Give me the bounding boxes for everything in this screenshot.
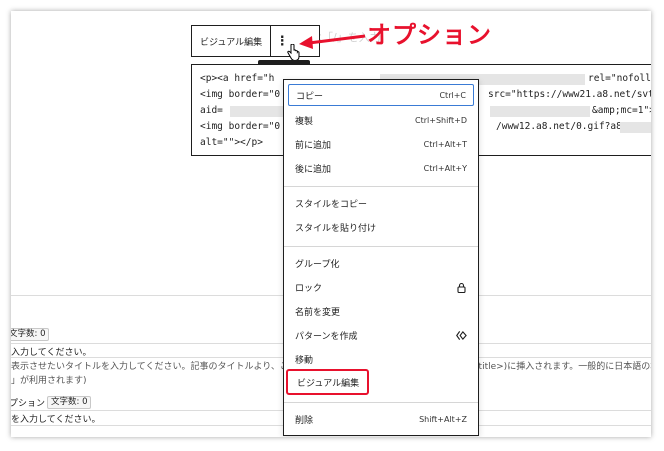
menu-separator (284, 402, 478, 403)
title-char-count: 文字数: 0 (11, 328, 50, 341)
editor-frame: ブロックを選択するには「/」を入力 ビジュアル編集 ⋮ オプション オプション … (11, 11, 651, 437)
menu-item-insert-before[interactable]: 前に追加 Ctrl+Alt+T (288, 133, 474, 155)
title-help-text: 表示させたいタイトルを入力してください。記事のタイトルより、こ (11, 362, 289, 372)
menu-item-label: コピー (296, 91, 324, 102)
title-help-text-2: 」が利用されます) (11, 376, 87, 386)
menu-item-shortcut: Ctrl+Shift+D (415, 115, 467, 125)
menu-item-copy[interactable]: コピー Ctrl+C (288, 84, 474, 106)
menu-item-label: 複製 (295, 116, 314, 127)
code-text: <img border="0 (200, 89, 281, 100)
menu-item-label: グループ化 (295, 259, 340, 270)
menu-separator (284, 246, 478, 247)
redacted-region (620, 122, 651, 133)
title-help-text-right: <title>)に挿入されます。一般的に日本語の場合 (471, 362, 651, 372)
menu-item-move[interactable]: 移動 (288, 348, 474, 370)
menu-item-label: 後に追加 (295, 164, 332, 175)
menu-item-lock[interactable]: ロック (288, 276, 474, 298)
menu-item-delete[interactable]: 削除 Shift+Alt+Z (288, 408, 474, 430)
menu-item-label: 削除 (295, 415, 314, 426)
menu-item-group[interactable]: グループ化 (288, 252, 474, 274)
code-text: src="https://www21.a8.net/svt/bgt? (488, 89, 651, 100)
description-char-count: 文字数: 0 (47, 396, 92, 409)
menu-item-shortcut: Ctrl+C (439, 90, 466, 100)
pattern-icon (456, 330, 467, 340)
menu-item-insert-after[interactable]: 後に追加 Ctrl+Alt+Y (288, 157, 474, 179)
menu-item-copy-styles[interactable]: スタイルをコピー (288, 192, 474, 214)
menu-item-label: パターンを作成 (295, 331, 358, 342)
menu-item-label: 名前を変更 (295, 307, 341, 318)
menu-item-label: ロック (295, 283, 323, 294)
lock-icon (457, 282, 466, 293)
menu-item-shortcut: Ctrl+Alt+T (423, 139, 467, 149)
visual-edit-button[interactable]: ビジュアル編集 (192, 26, 272, 56)
menu-item-create-pattern[interactable]: パターンを作成 (288, 324, 474, 346)
code-text: <img border="0 (200, 121, 281, 132)
menu-item-rename[interactable]: 名前を変更 (288, 300, 474, 322)
block-options-menu: コピー Ctrl+C 複製 Ctrl+Shift+D 前に追加 Ctrl+Alt… (283, 79, 479, 436)
code-text: alt=""></p> (200, 137, 263, 148)
description-input[interactable]: を入力してください。 (11, 412, 100, 425)
menu-item-label: 前に追加 (295, 140, 332, 151)
redacted-region (490, 106, 590, 117)
menu-item-shortcut: Ctrl+Alt+Y (423, 163, 467, 173)
code-text: &amp;mc=1"></ (592, 105, 651, 116)
menu-item-paste-styles[interactable]: スタイルを貼り付け (288, 216, 474, 238)
menu-item-shortcut: Shift+Alt+Z (419, 414, 467, 424)
menu-item-label: スタイルをコピー (295, 199, 368, 210)
menu-item-visual-edit[interactable]: ビジュアル編集 (286, 369, 369, 395)
callout-label: オプション (367, 21, 492, 49)
redacted-region (230, 106, 290, 117)
menu-item-duplicate[interactable]: 複製 Ctrl+Shift+D (288, 109, 474, 131)
code-text: rel="nofollow" (588, 73, 651, 84)
menu-item-label: スタイルを貼り付け (295, 223, 377, 234)
code-text: aid= (200, 105, 223, 116)
menu-item-label: 移動 (295, 355, 314, 366)
red-arrow-icon (299, 34, 366, 49)
menu-item-label: ビジュアル編集 (297, 378, 360, 389)
code-text: <p><a href="h (200, 73, 275, 84)
menu-separator (284, 186, 478, 187)
description-label: プション (11, 399, 46, 409)
